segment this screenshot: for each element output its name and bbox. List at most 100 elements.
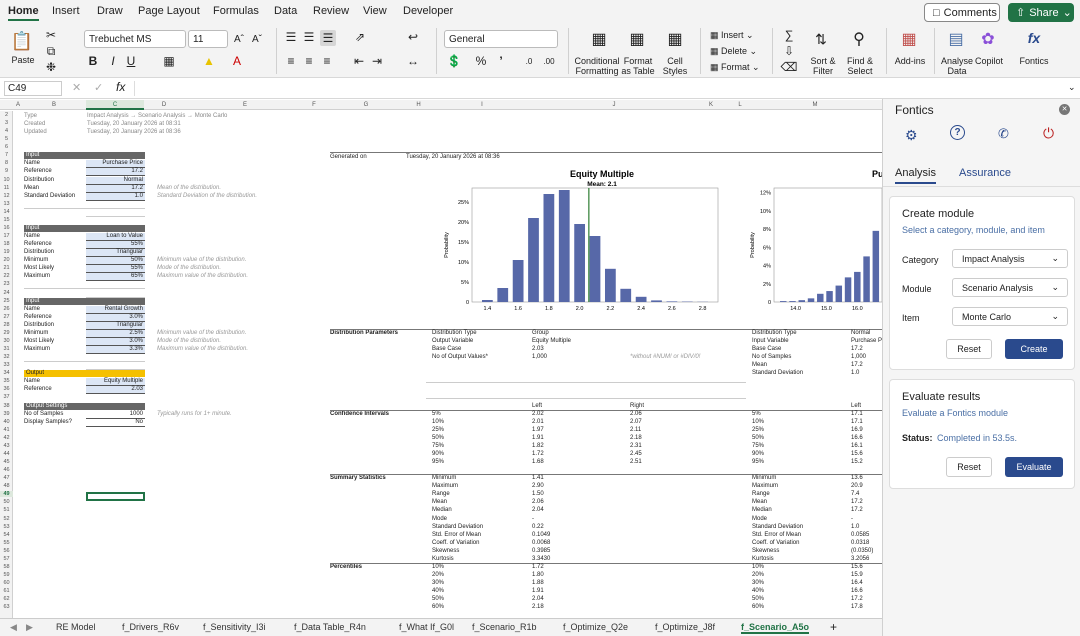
tab-review[interactable]: Review — [313, 5, 349, 17]
row-header[interactable]: 36 — [0, 386, 13, 392]
row-header[interactable]: 31 — [0, 346, 13, 352]
row-header[interactable]: 46 — [0, 467, 13, 473]
delete-cells-button[interactable]: ▦ Delete ⌄ — [710, 46, 762, 56]
increase-indent-icon[interactable]: ⇥ — [370, 54, 384, 68]
format-as-table-icon[interactable]: ▦ — [624, 28, 650, 50]
row-header[interactable]: 44 — [0, 451, 13, 457]
cell-styles-icon[interactable]: ▦ — [662, 28, 688, 50]
help-icon[interactable]: ? — [950, 125, 965, 140]
input-value[interactable]: 1.0 — [86, 192, 145, 201]
row-header[interactable]: 30 — [0, 338, 13, 344]
fill-icon[interactable]: ⇩ — [782, 44, 796, 58]
sheet-tab-active[interactable]: f_Scenario_A5o — [741, 622, 810, 634]
input-value[interactable]: Rental Growth — [86, 305, 145, 314]
increase-decimal-icon[interactable]: .0 — [522, 54, 536, 68]
font-size-select[interactable]: 11 — [188, 30, 228, 48]
format-painter-icon[interactable]: ❉ — [44, 60, 58, 74]
tab-insert[interactable]: Insert — [52, 5, 80, 17]
tab-view[interactable]: View — [363, 5, 387, 17]
row-header[interactable]: 50 — [0, 499, 13, 505]
row-header[interactable]: 58 — [0, 564, 13, 570]
row-header[interactable]: 24 — [0, 290, 13, 296]
row-header[interactable]: 32 — [0, 354, 13, 360]
column-header[interactable]: E — [183, 100, 307, 110]
phone-icon[interactable]: ✆ — [998, 126, 1009, 142]
input-value[interactable]: Loan to Value — [86, 233, 145, 242]
row-header[interactable]: 63 — [0, 604, 13, 610]
create-button[interactable]: Create — [1005, 339, 1063, 359]
increase-font-icon[interactable]: Aˆ — [232, 30, 246, 48]
output-value[interactable]: 2.03 — [86, 386, 145, 395]
input-value[interactable]: 55% — [86, 265, 145, 274]
input-value[interactable]: 50% — [86, 257, 145, 266]
row-header[interactable]: 23 — [0, 281, 13, 287]
row-header[interactable]: 15 — [0, 217, 13, 223]
row-header[interactable]: 11 — [0, 185, 13, 191]
row-header[interactable]: 13 — [0, 201, 13, 207]
tab-developer[interactable]: Developer — [403, 5, 453, 17]
input-value[interactable]: Normal — [86, 176, 145, 185]
copy-icon[interactable]: ⧉ — [44, 44, 58, 58]
tab-home[interactable]: Home — [8, 5, 39, 21]
category-select[interactable]: Impact Analysis ⌄ — [952, 249, 1068, 268]
autosum-icon[interactable]: ∑ — [782, 28, 796, 42]
copilot-icon[interactable]: ✿ — [977, 28, 999, 50]
row-header[interactable]: 4 — [0, 128, 13, 134]
input-value[interactable]: 3.0% — [86, 337, 145, 346]
row-header[interactable]: 20 — [0, 257, 13, 263]
scroll-right-icon[interactable]: ▶ — [26, 622, 33, 633]
row-header[interactable]: 17 — [0, 233, 13, 239]
align-right-icon[interactable]: ≡ — [320, 54, 334, 68]
row-header[interactable]: 61 — [0, 588, 13, 594]
row-header[interactable]: 5 — [0, 136, 13, 142]
expand-formula-icon[interactable]: ⌄ — [1068, 82, 1076, 93]
row-header[interactable]: 8 — [0, 160, 13, 166]
add-sheet-icon[interactable]: + — [830, 620, 837, 634]
row-header[interactable]: 14 — [0, 209, 13, 215]
tab-data[interactable]: Data — [274, 5, 297, 17]
comments-button[interactable]: □ Comments — [924, 3, 1000, 22]
percent-icon[interactable]: % — [474, 54, 488, 68]
close-icon[interactable]: ✕ — [1059, 104, 1070, 115]
confirm-icon[interactable]: ✓ — [94, 81, 103, 94]
row-header[interactable]: 39 — [0, 411, 13, 417]
tab-assurance[interactable]: Assurance — [959, 167, 1011, 179]
row-header[interactable]: 38 — [0, 403, 13, 409]
worksheet[interactable]: Type Impact Analysis → Scenario Analysis… — [14, 111, 882, 618]
input-value[interactable]: Purchase Price — [86, 160, 145, 169]
sheet-tab[interactable]: f_What If_G0l — [399, 622, 454, 632]
name-box[interactable]: C49 — [4, 81, 62, 96]
reset-evaluate-button[interactable]: Reset — [946, 457, 992, 477]
column-header[interactable]: H — [411, 100, 426, 110]
scroll-left-icon[interactable]: ◀ — [10, 622, 17, 633]
row-header[interactable]: 42 — [0, 435, 13, 441]
find-select-icon[interactable]: ⚲ — [846, 28, 872, 50]
underline-icon[interactable]: U — [124, 54, 138, 68]
column-header[interactable]: A — [14, 100, 22, 110]
conditional-formatting-icon[interactable]: ▦ — [586, 28, 612, 50]
cancel-icon[interactable]: ✕ — [72, 81, 81, 94]
row-header[interactable]: 29 — [0, 330, 13, 336]
sort-filter-icon[interactable]: ⇅ — [808, 28, 834, 50]
row-header[interactable]: 3 — [0, 120, 13, 126]
row-header[interactable]: 33 — [0, 362, 13, 368]
row-header[interactable]: 25 — [0, 298, 13, 304]
row-header[interactable]: 51 — [0, 507, 13, 513]
row-header[interactable]: 54 — [0, 532, 13, 538]
row-header[interactable]: 10 — [0, 177, 13, 183]
fill-color-icon[interactable]: ▲ — [202, 54, 216, 68]
row-header[interactable]: 47 — [0, 475, 13, 481]
module-select[interactable]: Scenario Analysis ⌄ — [952, 278, 1068, 297]
row-header[interactable]: 16 — [0, 225, 13, 231]
align-top-icon[interactable]: ☰ — [284, 30, 298, 44]
power-icon[interactable]: ⏻ — [1043, 125, 1054, 142]
column-header[interactable]: D — [145, 100, 183, 110]
row-header[interactable]: 40 — [0, 419, 13, 425]
tab-analysis[interactable]: Analysis — [895, 167, 936, 184]
tab-formulas[interactable]: Formulas — [213, 5, 259, 17]
font-color-icon[interactable]: A — [230, 54, 244, 68]
comma-style-icon[interactable]: ’ — [494, 54, 508, 68]
function-icon[interactable]: fx — [116, 80, 125, 94]
output-value[interactable]: Equity Multiple — [86, 378, 145, 387]
input-value[interactable]: 2.5% — [86, 329, 145, 338]
